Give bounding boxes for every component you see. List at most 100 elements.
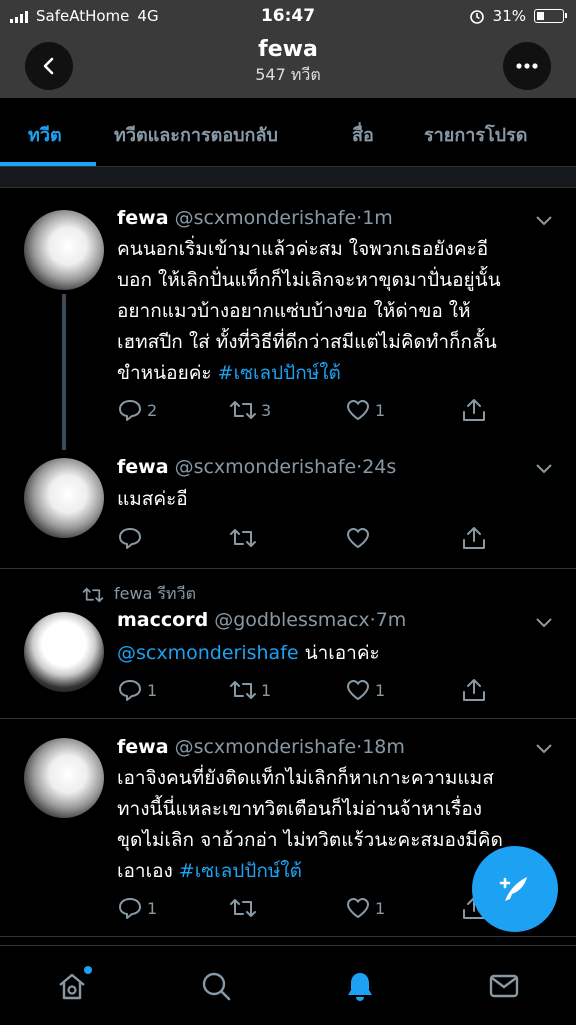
more-icon xyxy=(516,63,538,69)
nav-notifications[interactable] xyxy=(340,966,380,1006)
like-button[interactable]: 1 xyxy=(345,398,385,422)
profile-header: SafeAtHome 4G 16:47 31% fewa 547 ทวีต xyxy=(0,0,576,98)
share-icon xyxy=(463,527,485,549)
share-button[interactable] xyxy=(461,678,487,702)
reply-count: 1 xyxy=(147,680,158,700)
avatar[interactable] xyxy=(24,612,104,692)
tab-media[interactable]: สื่อ xyxy=(352,120,374,149)
tweet-actions: 2 3 1 xyxy=(117,398,497,424)
retweet-button[interactable]: 1 xyxy=(229,678,271,702)
tweet-author-handle[interactable]: @godblessmacx xyxy=(214,609,369,631)
tweet-text-line: เอาจิงคนที่ยังติดแท็กไม่เลิกก็หาเกาะความ… xyxy=(117,767,494,789)
retweet-icon xyxy=(230,401,256,419)
nav-home[interactable] xyxy=(52,966,92,1006)
retweet-icon xyxy=(230,899,256,917)
mail-icon xyxy=(489,974,519,998)
alarm-icon xyxy=(469,10,484,24)
tweet-count: 547 ทวีต xyxy=(255,65,321,84)
reply-button[interactable]: 1 xyxy=(117,678,157,702)
mention-link[interactable]: @scxmonderishafe xyxy=(117,642,299,664)
battery-icon xyxy=(534,9,567,23)
share-icon xyxy=(463,679,485,701)
tweet-time: 18m xyxy=(362,736,405,758)
reply-button[interactable]: 2 xyxy=(117,398,157,422)
tweet-divider xyxy=(0,568,576,569)
retweet-icon xyxy=(230,681,256,699)
compose-tweet-button[interactable] xyxy=(472,846,558,932)
retweet-button[interactable]: 3 xyxy=(229,398,271,422)
reply-icon xyxy=(119,528,141,549)
tweet-author-handle[interactable]: @scxmonderishafe xyxy=(175,207,357,229)
more-button[interactable] xyxy=(503,42,551,90)
avatar[interactable] xyxy=(24,210,104,290)
like-count: 1 xyxy=(375,400,386,420)
reply-icon xyxy=(119,400,141,421)
tweet-header: fewa @scxmonderishafe·1m xyxy=(117,207,393,229)
tweet-actions xyxy=(117,526,497,552)
profile-tabs: ทวีต ทวีตและการตอบกลับ สื่อ รายการโปรด xyxy=(0,98,576,167)
chevron-down-icon[interactable] xyxy=(534,210,554,230)
reply-icon xyxy=(119,898,141,919)
battery-percent: 31% xyxy=(492,7,526,25)
retweet-count: 3 xyxy=(261,400,272,420)
tweet-text: แมสค่ะอี xyxy=(117,488,188,510)
tweet-divider xyxy=(0,718,576,719)
reply-count: 1 xyxy=(147,898,158,918)
tab-tweets-replies[interactable]: ทวีตและการตอบกลับ xyxy=(114,120,278,149)
reply-icon xyxy=(119,680,141,701)
retweet-button[interactable] xyxy=(229,526,261,550)
tweet-header: fewa @scxmonderishafe·18m xyxy=(117,736,405,758)
share-button[interactable] xyxy=(461,398,487,422)
heart-icon xyxy=(347,400,369,420)
retweet-button[interactable] xyxy=(229,896,261,920)
reply-button[interactable] xyxy=(117,526,147,550)
tweet-text-line: บอก ให้เลิกปั่นแท็กก็ไม่เลิกจะหาขุดมาปั่… xyxy=(117,269,501,291)
compose-tweet-icon xyxy=(499,877,527,901)
tweet-text-line: น่าเอาค่ะ xyxy=(298,642,380,664)
tweet-text: คนนอกเริ่มเข้ามาแล้วค่ะสม ใจพวกเธอยังคะอ… xyxy=(117,234,547,389)
like-button[interactable]: 1 xyxy=(345,678,385,702)
tweet-text-line: เอาเอง xyxy=(117,860,179,882)
thread-line xyxy=(62,294,66,450)
tweet-author-name[interactable]: fewa xyxy=(117,456,169,478)
tweet-author-name[interactable]: fewa xyxy=(117,736,169,758)
retweet-label: fewa รีทวีต xyxy=(82,582,196,607)
tweet-author-handle[interactable]: @scxmonderishafe xyxy=(175,456,357,478)
retweeted-by[interactable]: fewa รีทวีต xyxy=(114,582,196,607)
chevron-down-icon[interactable] xyxy=(534,612,554,632)
tweet-author-name[interactable]: fewa xyxy=(117,207,169,229)
like-button[interactable] xyxy=(345,526,375,550)
heart-icon xyxy=(347,528,369,548)
home-notification-dot xyxy=(84,966,92,974)
tweet-time: 24s xyxy=(362,456,397,478)
active-tab-indicator xyxy=(0,162,96,166)
home-icon xyxy=(59,973,85,1000)
chevron-down-icon[interactable] xyxy=(534,458,554,478)
heart-icon xyxy=(347,680,369,700)
like-count: 1 xyxy=(375,680,386,700)
nav-messages[interactable] xyxy=(484,966,524,1006)
section-separator xyxy=(0,167,576,188)
tweet-author-name[interactable]: maccord xyxy=(117,609,208,631)
nav-search[interactable] xyxy=(196,966,236,1006)
hashtag-link[interactable]: #เซเลปปักษ์ใต้ xyxy=(218,362,341,384)
tweet-text-line: อยากแมวบ้างอยากแซ่บบ้างขอ ให้ด่าขอ ให้ xyxy=(117,300,471,322)
tweet-header: maccord @godblessmacx·7m xyxy=(117,609,407,631)
tweet-header: fewa @scxmonderishafe·24s xyxy=(117,456,397,478)
tweet-author-handle[interactable]: @scxmonderishafe xyxy=(175,736,357,758)
chevron-down-icon[interactable] xyxy=(534,738,554,758)
like-button[interactable]: 1 xyxy=(345,896,385,920)
reply-count: 2 xyxy=(147,400,158,420)
avatar[interactable] xyxy=(24,738,104,818)
tab-likes[interactable]: รายการโปรด xyxy=(424,120,527,149)
tweet-time: 1m xyxy=(362,207,393,229)
share-button[interactable] xyxy=(461,526,487,550)
avatar[interactable] xyxy=(24,458,104,538)
reply-button[interactable]: 1 xyxy=(117,896,157,920)
tab-tweets[interactable]: ทวีต xyxy=(28,120,62,149)
tweet-actions: 1 1 1 xyxy=(117,678,497,704)
tweet-text-line: เฮทสปีก ใส่ ทั้งที่วิธีที่ดีกว่าสมีแต่ไม… xyxy=(117,331,497,353)
hashtag-link[interactable]: #เซเลปปักษ์ใต้ xyxy=(179,860,302,882)
tweet-text: @scxmonderishafe น่าเอาค่ะ xyxy=(117,638,547,669)
tweet-text-line: ทางนี้นี่แหละเขาทวิตเตือนก็ไม่อ่านจ้าหาเ… xyxy=(117,798,483,820)
